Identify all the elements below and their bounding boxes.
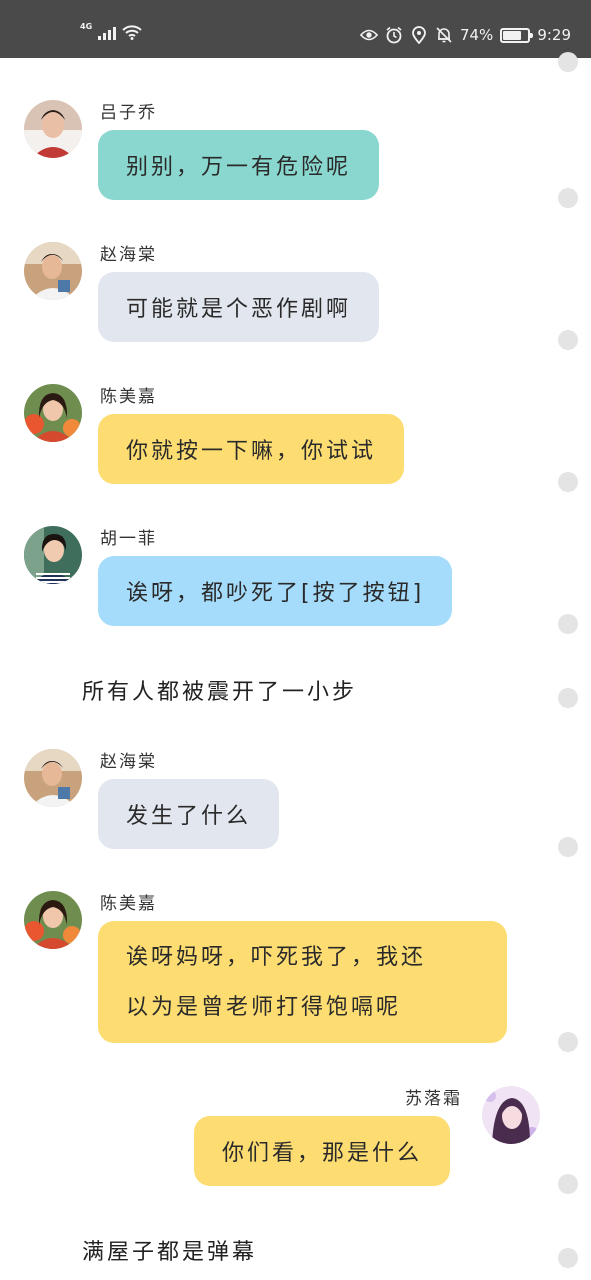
message-text: 你就按一下嘛，你试试 (126, 439, 377, 464)
message-text: 可能就是个恶作剧啊 (126, 297, 352, 322)
message-bubble[interactable]: 你就按一下嘛，你试试 (98, 414, 405, 484)
scroll-dot (558, 188, 578, 208)
avatar-su[interactable] (482, 1086, 540, 1144)
scroll-dot (558, 1032, 578, 1052)
message-bubble[interactable]: 别别，万一有危险呢 (98, 130, 380, 200)
scroll-dot (558, 1174, 578, 1194)
location-icon (410, 26, 428, 44)
message-bubble[interactable]: 诶呀，都吵死了[按了按钮] (98, 556, 453, 626)
sender-name: 陈美嘉 (100, 894, 157, 914)
status-right: 74% 9:29 (359, 26, 571, 44)
message-text: 别别，万一有危险呢 (126, 155, 352, 180)
wifi-icon (122, 24, 142, 40)
clock: 9:29 (537, 26, 571, 44)
scroll-dot (558, 614, 578, 634)
narration-text: 满屋子都是弹幕 (82, 1240, 258, 1265)
sender-name: 赵海棠 (100, 752, 157, 772)
battery-icon (500, 27, 534, 43)
sender-name: 吕子乔 (100, 103, 157, 123)
sender-name: 苏落霜 (405, 1089, 462, 1109)
sender-name: 胡一菲 (100, 529, 157, 549)
scroll-dot (558, 330, 578, 350)
scroll-dot (558, 52, 578, 72)
network-type: 4G (80, 22, 93, 31)
alarm-icon (385, 26, 403, 44)
scroll-dot (558, 1248, 578, 1268)
message-bubble[interactable]: 可能就是个恶作剧啊 (98, 272, 380, 342)
message-text: 诶呀，都吵死了[按了按钮] (126, 581, 425, 606)
message-text-line: 诶呀妈呀，吓死我了，我还 (126, 945, 427, 970)
avatar-hu[interactable] (24, 526, 82, 584)
chat-area[interactable]: 吕子乔 别别，万一有危险呢 赵海棠 可能就是个恶作剧啊 陈美嘉 你就按一下嘛，你… (0, 52, 591, 1280)
avatar-zhao[interactable] (24, 242, 82, 300)
scroll-dot (558, 472, 578, 492)
battery-percent: 74% (459, 26, 494, 44)
mute-bell-icon (435, 26, 453, 44)
scroll-dot (558, 688, 578, 708)
eye-icon (359, 26, 378, 44)
signal-icon (98, 26, 117, 40)
status-bar: 4G 74% 9:29 (0, 0, 591, 58)
message-text-line: 以为是曾老师打得饱嗝呢 (126, 995, 402, 1020)
sender-name: 赵海棠 (100, 245, 157, 265)
avatar-zhao[interactable] (24, 749, 82, 807)
narration-text: 所有人都被震开了一小步 (82, 680, 358, 705)
message-bubble[interactable]: 你们看，那是什么 (194, 1116, 451, 1186)
avatar-chen[interactable] (24, 891, 82, 949)
message-bubble[interactable]: 发生了什么 (98, 779, 280, 849)
message-text: 发生了什么 (126, 804, 252, 829)
status-left: 4G (80, 22, 142, 40)
avatar-chen[interactable] (24, 384, 82, 442)
scroll-dot (558, 837, 578, 857)
message-bubble[interactable]: 诶呀妈呀，吓死我了，我还 以为是曾老师打得饱嗝呢 (98, 921, 507, 1043)
sender-name: 陈美嘉 (100, 387, 157, 407)
avatar-lv[interactable] (24, 100, 82, 158)
message-text: 你们看，那是什么 (222, 1141, 423, 1166)
